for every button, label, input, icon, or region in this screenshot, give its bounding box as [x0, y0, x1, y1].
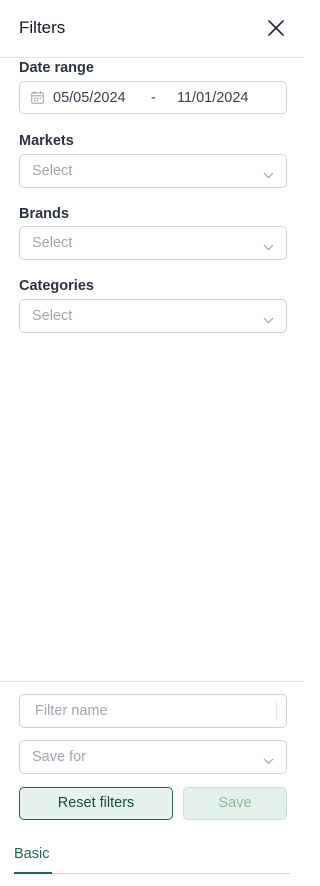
active-tab-indicator — [14, 872, 52, 874]
start-date[interactable]: 05/05/2024 — [53, 90, 126, 106]
chevron-down-icon — [263, 752, 274, 770]
save-for-select[interactable]: Save for — [19, 740, 287, 774]
save-for-placeholder: Save for — [32, 749, 86, 765]
reset-filters-button[interactable]: Reset filters — [19, 787, 173, 820]
categories-placeholder: Select — [32, 308, 73, 324]
markets-select[interactable]: Select — [19, 154, 287, 188]
chevron-down-icon — [263, 166, 274, 184]
filter-name-placeholder: Filter name — [35, 703, 108, 719]
chevron-down-icon — [263, 238, 274, 256]
markets-placeholder: Select — [32, 163, 73, 179]
date-separator: - — [151, 90, 156, 106]
brands-label: Brands — [19, 206, 69, 222]
chevron-down-icon — [263, 311, 274, 329]
tab-track — [52, 873, 290, 874]
date-range-label: Date range — [19, 60, 94, 76]
panel-title: Filters — [19, 18, 66, 37]
categories-select[interactable]: Select — [19, 299, 287, 333]
filter-name-input[interactable]: Filter name — [19, 694, 287, 728]
markets-label: Markets — [19, 133, 74, 149]
input-scrollbar — [276, 702, 277, 721]
brands-select[interactable]: Select — [19, 226, 287, 260]
tab-basic[interactable]: Basic — [14, 846, 49, 862]
close-icon[interactable] — [266, 18, 286, 38]
date-range-picker[interactable]: 05/05/2024 - 11/01/2024 — [19, 81, 287, 114]
end-date[interactable]: 11/01/2024 — [177, 90, 249, 106]
tab-bar: Basic — [0, 836, 304, 886]
calendar-icon — [31, 91, 44, 109]
filters-header: Filters — [0, 0, 304, 58]
footer-divider — [0, 681, 304, 682]
brands-placeholder: Select — [32, 235, 73, 251]
categories-label: Categories — [19, 278, 94, 294]
save-button[interactable]: Save — [183, 787, 287, 820]
